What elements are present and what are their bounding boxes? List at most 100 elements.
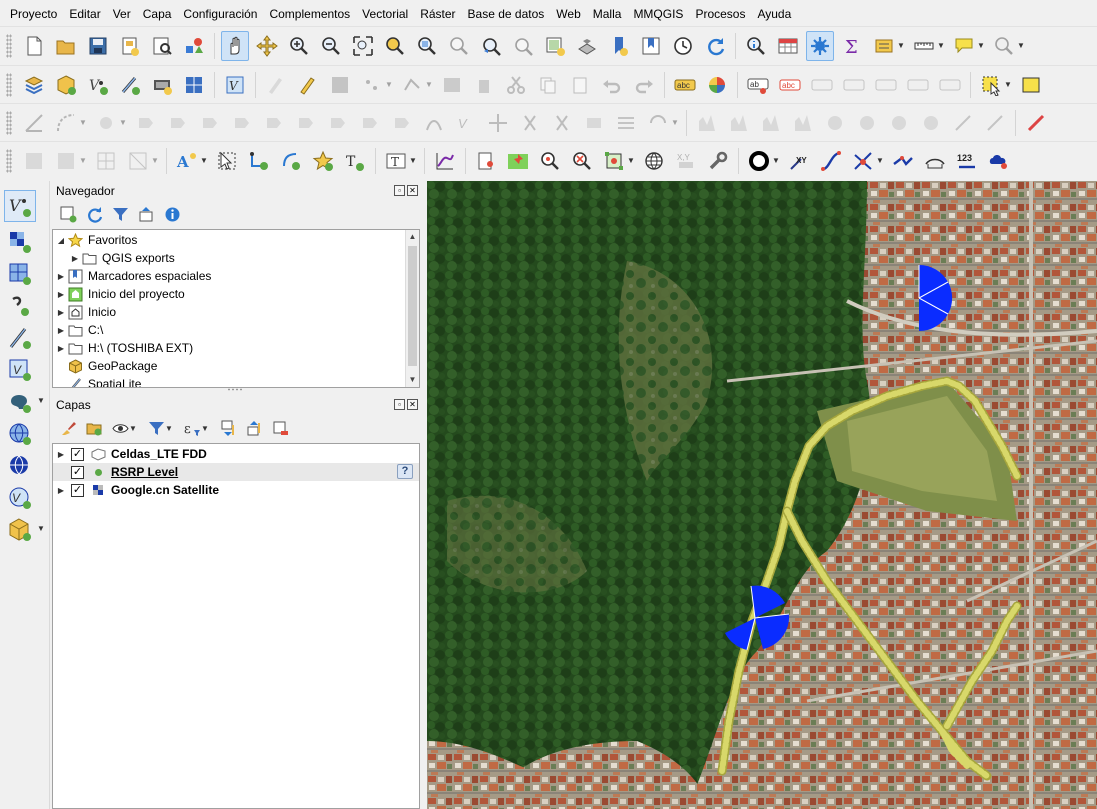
zoom-in-button[interactable] xyxy=(285,31,313,61)
cut-features-button[interactable] xyxy=(502,70,530,100)
collapse-all-icon[interactable] xyxy=(244,418,264,438)
locator-search-button[interactable] xyxy=(990,31,1018,61)
move-label-button[interactable] xyxy=(840,70,868,100)
identify-features-button[interactable] xyxy=(742,31,770,61)
toggle-editing-button[interactable] xyxy=(262,70,290,100)
add-group-icon[interactable] xyxy=(84,418,104,438)
layer-visibility-checkbox[interactable]: ✓ xyxy=(71,447,84,461)
filter-icon[interactable] xyxy=(110,204,130,224)
move-feature-button[interactable] xyxy=(92,108,120,138)
expand-arrow-icon[interactable]: ◢ xyxy=(55,236,67,245)
modify-attributes-button[interactable] xyxy=(438,70,466,100)
raster-calculator-button[interactable] xyxy=(52,146,80,176)
scrollbar[interactable]: ▲ ▼ xyxy=(405,230,419,387)
select-extent-button[interactable] xyxy=(600,146,628,176)
pan-to-selection-button[interactable] xyxy=(253,31,281,61)
dropdown-arrow-icon[interactable]: ▼ xyxy=(627,156,635,165)
dropdown-arrow-icon[interactable]: ▼ xyxy=(201,424,209,433)
add-text-annotation-button[interactable]: T xyxy=(341,146,369,176)
dropdown-arrow-icon[interactable]: ▼ xyxy=(1017,41,1025,50)
menu-item-web[interactable]: Web xyxy=(550,0,586,28)
collapse-arrow-icon[interactable]: ▶ xyxy=(55,272,67,281)
zoom-to-selection-button[interactable] xyxy=(381,31,409,61)
toolbox-button[interactable] xyxy=(806,30,834,61)
menu-item-proyecto[interactable]: Proyecto xyxy=(4,0,63,28)
dropdown-arrow-icon[interactable]: ▼ xyxy=(409,156,417,165)
manage-visibility-icon[interactable] xyxy=(110,418,130,438)
layer-labeling-button[interactable]: abc xyxy=(671,70,699,100)
add-vector-layer-button[interactable]: V xyxy=(4,190,36,222)
pan-map-button[interactable] xyxy=(221,30,249,61)
zoom-out-button[interactable] xyxy=(317,31,345,61)
collapse-all-icon[interactable] xyxy=(136,204,156,224)
label-properties-button[interactable] xyxy=(936,70,964,100)
dropdown-arrow-icon[interactable]: ▼ xyxy=(1004,80,1012,89)
annotation-text-button[interactable]: A xyxy=(173,146,201,176)
browser-item[interactable]: ▶ Inicio xyxy=(53,303,419,321)
add-virtual-layer-button[interactable]: V xyxy=(4,354,36,386)
add-feature-button[interactable] xyxy=(358,70,386,100)
split-line-icon[interactable] xyxy=(889,146,917,176)
add-wfs-layer-button[interactable] xyxy=(4,450,36,482)
merge-attributes-button[interactable] xyxy=(612,108,640,138)
zoom-native-resolution-button[interactable] xyxy=(445,31,473,61)
scale-feature-button[interactable] xyxy=(164,108,192,138)
xy-tool-button[interactable]: X,Y xyxy=(672,146,700,176)
wrench-icon[interactable] xyxy=(704,146,732,176)
shape-digitize-3-button[interactable] xyxy=(757,108,785,138)
new-geopackage-layer-button[interactable] xyxy=(52,70,80,100)
change-label-button[interactable] xyxy=(904,70,932,100)
shape-digitize-7-button[interactable] xyxy=(885,108,913,138)
collapse-arrow-icon[interactable]: ▶ xyxy=(55,344,67,353)
copy-clipboard-button[interactable] xyxy=(472,146,500,176)
add-curve-button[interactable] xyxy=(52,108,80,138)
dropdown-arrow-icon[interactable]: ▼ xyxy=(385,80,393,89)
undo-button[interactable] xyxy=(598,70,626,100)
xy-icon[interactable]: XY xyxy=(785,146,813,176)
browser-item[interactable]: ▶ Inicio del proyecto xyxy=(53,285,419,303)
zoom-full-button[interactable] xyxy=(349,31,377,61)
show-hide-labels-button[interactable] xyxy=(808,70,836,100)
toolbar-grip[interactable] xyxy=(6,72,12,97)
splitter-handle[interactable] xyxy=(227,388,243,391)
expand-arrow-icon[interactable]: ▶ xyxy=(55,486,67,495)
select-by-expression-button[interactable] xyxy=(1017,70,1045,100)
menu-item-complementos[interactable]: Complementos xyxy=(263,0,356,28)
layer-item[interactable]: ▶ ✓ Google.cn Satellite xyxy=(53,481,419,499)
float-panel-button[interactable]: ▫ xyxy=(394,399,405,410)
layers-tree[interactable]: ▶ ✓ Celdas_LTE FDD ✓ RSRP Level? ▶ ✓ Google.cn … xyxy=(52,443,420,809)
dropdown-arrow-icon[interactable]: ▼ xyxy=(37,396,45,405)
new-bookmark-button[interactable] xyxy=(605,31,633,61)
shape-digitize-5-button[interactable] xyxy=(821,108,849,138)
dropdown-arrow-icon[interactable]: ▼ xyxy=(772,156,780,165)
new-spatialite-layer-button[interactable] xyxy=(116,70,144,100)
intersection-icon[interactable] xyxy=(849,146,877,176)
close-panel-button[interactable]: ✕ xyxy=(407,185,418,196)
menu-item-r-ster[interactable]: Ráster xyxy=(414,0,461,28)
ruler-icon[interactable] xyxy=(921,146,949,176)
add-marker-button[interactable] xyxy=(309,146,337,176)
split-parts-button[interactable] xyxy=(548,108,576,138)
dropdown-arrow-icon[interactable]: ▼ xyxy=(37,524,45,533)
shape-digitize-6-button[interactable] xyxy=(853,108,881,138)
add-vertex-line-button[interactable] xyxy=(245,146,273,176)
triangle-tool-button[interactable] xyxy=(124,146,152,176)
dropdown-arrow-icon[interactable]: ▼ xyxy=(79,118,87,127)
rotate-label-button[interactable] xyxy=(872,70,900,100)
menu-item-mmqgis[interactable]: MMQGIS xyxy=(627,0,689,28)
add-delimited-text-button[interactable] xyxy=(4,290,36,322)
shape-digitize-2-button[interactable] xyxy=(725,108,753,138)
text-format-button[interactable]: T xyxy=(382,146,410,176)
statistics-button[interactable]: Σ xyxy=(838,31,866,61)
collapse-arrow-icon[interactable]: ▶ xyxy=(55,290,67,299)
fill-ring-button[interactable] xyxy=(292,108,320,138)
menu-item-capa[interactable]: Capa xyxy=(137,0,178,28)
layer-visibility-checkbox[interactable]: ✓ xyxy=(71,465,84,479)
menu-item-ver[interactable]: Ver xyxy=(107,0,137,28)
vertex-tool-button[interactable] xyxy=(398,70,426,100)
menu-item-malla[interactable]: Malla xyxy=(587,0,628,28)
add-spatialite-layer-button[interactable] xyxy=(4,322,36,354)
refresh-icon[interactable] xyxy=(84,204,104,224)
dropdown-arrow-icon[interactable]: ▼ xyxy=(129,424,137,433)
satellite-map[interactable] xyxy=(427,181,1097,809)
